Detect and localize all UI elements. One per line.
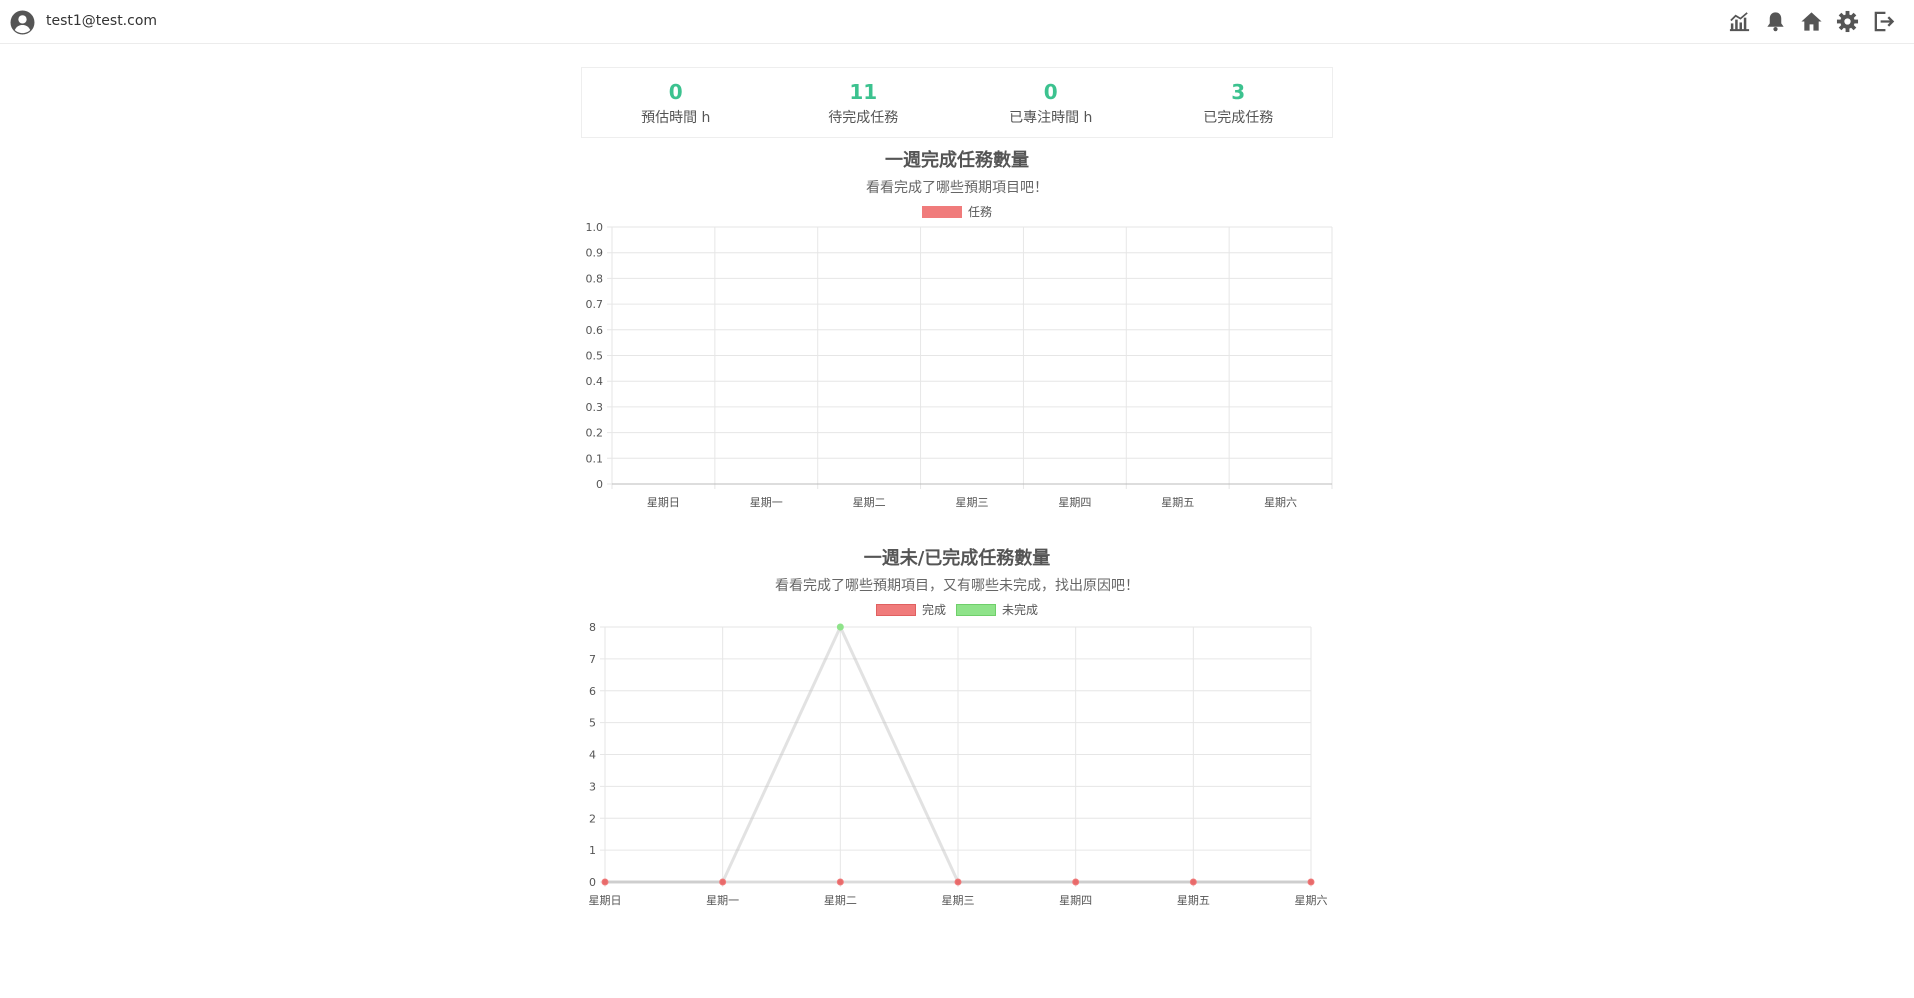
y-tick-label: 0.3 [586, 401, 604, 414]
stat-pending-tasks: 11 待完成任務 [770, 68, 958, 137]
x-tick-label: 星期一 [750, 496, 783, 509]
y-tick-label: 4 [589, 749, 596, 762]
weekly-completed-chart: 一週完成任務數量 看看完成了哪些預期項目吧！ 任務 1.0 0.9 0.8 0.7 0.… [581, 144, 1333, 514]
y-tick-label: 0.2 [586, 427, 604, 440]
line-chart-plot: 8 7 6 5 4 3 2 1 0 星期日 星期一 星期二 星期三 星期四 星期五 星期六 [589, 621, 1328, 907]
chart-icon[interactable] [1727, 9, 1752, 34]
stat-value: 0 [668, 80, 683, 104]
chart-subtitle: 看看完成了哪些預期項目，又有哪些未完成，找出原因吧！ [775, 578, 1139, 594]
y-tick-label: 0.5 [586, 350, 604, 363]
x-tick-label: 星期五 [1177, 894, 1210, 907]
chart-title: 一週完成任務數量 [885, 150, 1029, 171]
y-tick-label: 0.4 [586, 375, 604, 388]
data-point [836, 623, 844, 631]
x-tick-label: 星期一 [706, 894, 739, 907]
logout-icon[interactable] [1871, 9, 1896, 34]
home-icon[interactable] [1799, 9, 1824, 34]
data-point [1189, 878, 1197, 886]
stat-label: 已完成任務 [1203, 110, 1274, 126]
stat-value: 0 [1043, 80, 1058, 104]
bell-icon[interactable] [1763, 9, 1788, 34]
x-tick-label: 星期三 [942, 894, 975, 907]
data-point [601, 878, 609, 886]
y-tick-label: 0.9 [586, 247, 604, 260]
y-tick-label: 8 [589, 621, 596, 634]
data-point [1307, 878, 1315, 886]
weekly-done-undone-chart: 一週未/已完成任務數量 看看完成了哪些預期項目，又有哪些未完成，找出原因吧！ 完… [581, 542, 1333, 916]
stat-focused-hours: 0 已專注時間 h [957, 68, 1145, 137]
stat-estimated-hours: 0 預估時間 h [582, 68, 770, 137]
y-tick-label: 3 [589, 780, 596, 793]
bar-chart-plot: 1.0 0.9 0.8 0.7 0.6 0.5 0.4 0.3 0.2 0.1 0 星期日 星期一 星期二… [586, 221, 1333, 509]
stat-value: 3 [1231, 80, 1246, 104]
stats-panel: 0 預估時間 h 11 待完成任務 0 已專注時間 h 3 已完成任務 [581, 67, 1333, 138]
nav-icon-bar [1727, 9, 1896, 34]
y-tick-label: 0.1 [586, 452, 604, 465]
stat-value: 11 [849, 80, 878, 104]
x-tick-label: 星期日 [647, 496, 680, 509]
user-avatar-icon[interactable] [10, 10, 35, 35]
x-tick-label: 星期二 [824, 894, 857, 907]
x-tick-label: 星期二 [853, 496, 886, 509]
user-email: test1@test.com [46, 13, 158, 29]
data-point [954, 878, 962, 886]
x-tick-label: 星期三 [956, 496, 989, 509]
y-tick-label: 2 [589, 812, 596, 825]
data-point [836, 878, 844, 886]
x-tick-label: 星期四 [1059, 894, 1092, 907]
x-tick-label: 星期四 [1058, 496, 1091, 509]
x-tick-label: 星期五 [1161, 496, 1194, 509]
x-tick-label: 星期六 [1264, 496, 1297, 509]
x-tick-label: 星期六 [1295, 894, 1328, 907]
y-tick-label: 0 [596, 478, 603, 491]
stat-completed-tasks: 3 已完成任務 [1145, 68, 1333, 137]
y-tick-label: 7 [589, 653, 596, 666]
y-tick-label: 5 [589, 717, 596, 730]
y-tick-label: 0.7 [586, 298, 604, 311]
chart-title: 一週未/已完成任務數量 [863, 548, 1051, 569]
y-tick-label: 0.8 [586, 272, 604, 285]
y-tick-label: 1.0 [586, 221, 604, 234]
stat-label: 待完成任務 [828, 110, 899, 126]
chart-subtitle: 看看完成了哪些預期項目吧！ [866, 180, 1048, 196]
gear-icon[interactable] [1835, 9, 1860, 34]
y-tick-label: 6 [589, 685, 596, 698]
x-tick-label: 星期日 [589, 894, 622, 907]
data-point [719, 878, 727, 886]
y-tick-label: 1 [589, 844, 596, 857]
top-bar: test1@test.com [0, 0, 1914, 44]
stat-label: 預估時間 h [641, 110, 711, 126]
y-tick-label: 0 [589, 876, 596, 889]
stat-label: 已專注時間 h [1009, 110, 1093, 126]
data-point [1072, 878, 1080, 886]
y-tick-label: 0.6 [586, 324, 604, 337]
